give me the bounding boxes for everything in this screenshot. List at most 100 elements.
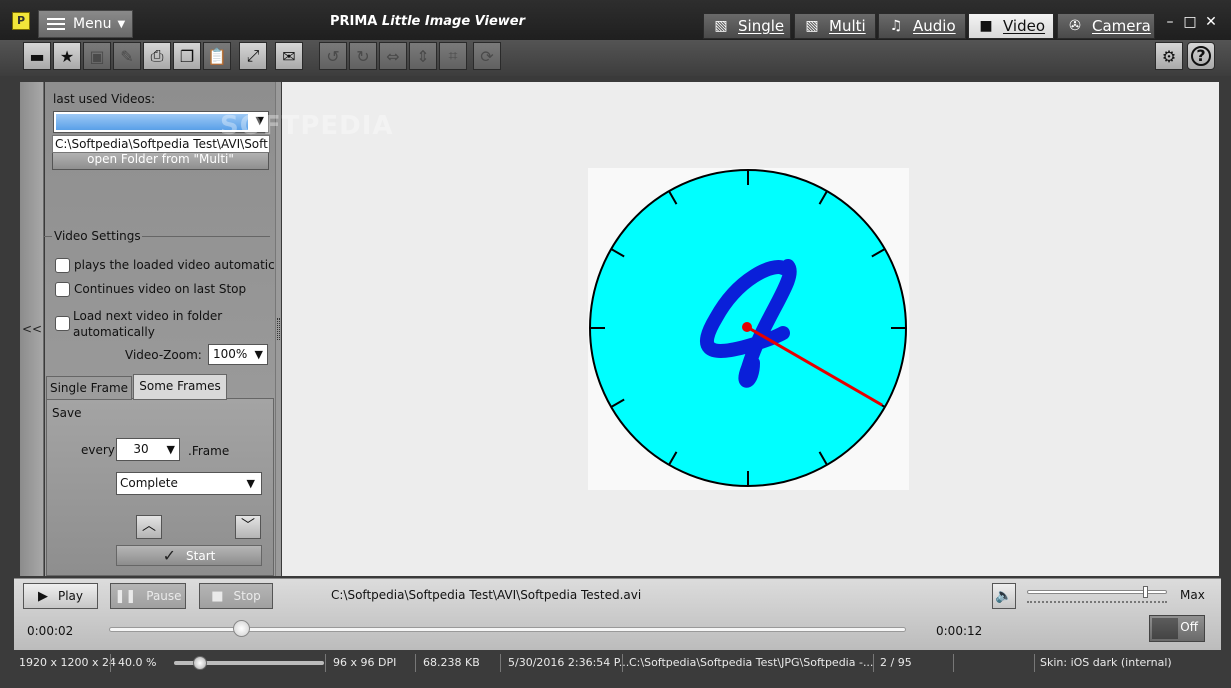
status-divider: [953, 654, 954, 672]
toggle-knob: [1152, 618, 1178, 639]
tab-single-frame[interactable]: Single Frame: [46, 376, 132, 400]
recent-videos-label: last used Videos:: [53, 92, 156, 106]
music-note-icon: ♫: [889, 18, 903, 34]
tab-single-label: Single: [738, 17, 785, 35]
seek-slider[interactable]: [109, 627, 906, 632]
loop-toggle[interactable]: Off: [1149, 615, 1205, 642]
watermark-text: SOFTPEDIA: [220, 111, 394, 141]
pause-button-label: Pause: [146, 589, 182, 603]
total-time: 0:00:12: [936, 624, 983, 638]
group-divider: [44, 236, 52, 237]
start-button[interactable]: ✓ Start: [116, 545, 262, 566]
video-zoom-label: Video-Zoom:: [125, 348, 202, 362]
refresh-button[interactable]: ⟳: [473, 42, 501, 70]
move-down-button[interactable]: ﹀: [235, 515, 261, 539]
help-button[interactable]: ?: [1187, 42, 1215, 70]
volume-ticks: [1027, 601, 1167, 604]
chevron-down-icon: ﹀: [241, 518, 255, 534]
email-icon: ✉: [282, 46, 296, 66]
video-zoom-dropdown[interactable]: 100% ▼: [208, 344, 268, 365]
tab-multi[interactable]: ▧ Multi: [794, 13, 876, 39]
paste-button[interactable]: 📋: [203, 42, 231, 70]
open-folder-icon: ▬: [29, 46, 45, 66]
title-brand: PRIMA: [330, 14, 378, 29]
title-app-name: Little Image Viewer: [381, 14, 526, 29]
play-icon: ▶: [37, 588, 48, 604]
tab-video[interactable]: ■ Video: [968, 13, 1054, 39]
flip-horizontal-icon: ⇔: [386, 46, 400, 66]
fullscreen-button[interactable]: ⤢: [239, 42, 267, 70]
save-mode-dropdown[interactable]: Complete ▼: [116, 472, 262, 495]
panel-splitter[interactable]: [275, 82, 281, 576]
move-up-button[interactable]: ︿: [136, 515, 162, 539]
save-button[interactable]: ▣: [83, 42, 111, 70]
menu-button[interactable]: Menu ▼: [38, 10, 133, 38]
pause-button[interactable]: ❚❚ Pause: [110, 583, 186, 609]
email-button[interactable]: ✉: [275, 42, 303, 70]
chevron-down-icon: ▼: [254, 348, 263, 361]
stop-button-label: Stop: [233, 589, 261, 603]
hamburger-icon: [47, 18, 65, 30]
flip-horizontal-button[interactable]: ⇔: [379, 42, 407, 70]
status-divider: [873, 654, 874, 672]
continue-on-stop-checkbox[interactable]: [55, 282, 70, 297]
print-button[interactable]: ⎙: [143, 42, 171, 70]
checkmark-icon: ✓: [162, 546, 177, 565]
status-zoom: 40.0 %: [118, 656, 157, 669]
crop-button[interactable]: ⌗: [439, 42, 467, 70]
crop-icon: ⌗: [448, 46, 458, 65]
mute-button[interactable]: 🔈: [992, 583, 1016, 609]
edit-button[interactable]: ✎: [113, 42, 141, 70]
status-divider: [1034, 654, 1035, 672]
autoplay-checkbox[interactable]: [55, 258, 70, 273]
settings-button[interactable]: ⚙: [1155, 42, 1183, 70]
frame-interval-dropdown[interactable]: 30 ▼: [116, 438, 180, 461]
window-title: PRIMA Little Image Viewer: [330, 14, 525, 29]
paste-icon: 📋: [207, 46, 227, 66]
frame-unit-label: .Frame: [188, 444, 230, 458]
zoom-slider-thumb[interactable]: [193, 656, 207, 670]
splitter-grip-icon: [277, 318, 280, 340]
minimize-button[interactable]: –: [1162, 14, 1178, 30]
help-icon: ?: [1191, 46, 1211, 66]
collapse-panel-button[interactable]: <<: [22, 322, 42, 336]
volume-slider-thumb[interactable]: [1143, 586, 1149, 598]
flip-vertical-button[interactable]: ⇕: [409, 42, 437, 70]
play-button-label: Play: [57, 589, 84, 603]
rotate-left-button[interactable]: ↺: [319, 42, 347, 70]
load-next-checkbox[interactable]: [55, 316, 70, 331]
status-divider: [110, 654, 111, 672]
status-path: C:\Softpedia\Softpedia Test\JPG\Softpedi…: [629, 656, 874, 669]
favorite-folder-button[interactable]: ★: [53, 42, 81, 70]
tab-single[interactable]: ▧ Single: [703, 13, 791, 39]
video-camera-icon: ■: [979, 18, 993, 34]
close-button[interactable]: ✕: [1203, 14, 1219, 30]
stop-button[interactable]: ■ Stop: [199, 583, 273, 609]
flip-vertical-icon: ⇕: [416, 46, 430, 66]
continue-on-stop-label: Continues video on last Stop: [74, 282, 247, 296]
open-folder-button[interactable]: ▬: [23, 42, 51, 70]
play-button[interactable]: ▶ Play: [23, 583, 98, 609]
copy-button[interactable]: ❐: [173, 42, 201, 70]
start-button-label: Start: [186, 548, 216, 563]
rotate-right-button[interactable]: ↻: [349, 42, 377, 70]
status-skin: Skin: iOS dark (internal): [1040, 656, 1172, 669]
tab-audio[interactable]: ♫ Audio: [878, 13, 966, 39]
images-icon: ▧: [805, 18, 819, 34]
tab-some-frames[interactable]: Some Frames: [133, 374, 227, 400]
seek-slider-thumb[interactable]: [233, 620, 251, 637]
maximize-button[interactable]: □: [1182, 14, 1198, 30]
status-dpi: 96 x 96 DPI: [333, 656, 397, 669]
chevron-down-icon: ▼: [117, 18, 126, 30]
tab-audio-label: Audio: [913, 17, 956, 35]
menu-button-label: Menu: [73, 16, 112, 32]
chevron-up-icon: ︿: [142, 518, 156, 534]
chevron-down-icon: ▼: [246, 477, 255, 490]
status-index: 2 / 95: [880, 656, 912, 669]
video-zoom-value: 100%: [213, 347, 248, 361]
load-next-label: Load next video in folder automatically: [73, 309, 223, 339]
gear-icon: ⚙: [1161, 46, 1177, 66]
tab-camera[interactable]: ✇ Camera: [1057, 13, 1155, 39]
frame-interval-value: 30: [133, 442, 149, 456]
video-frame: [588, 168, 909, 490]
